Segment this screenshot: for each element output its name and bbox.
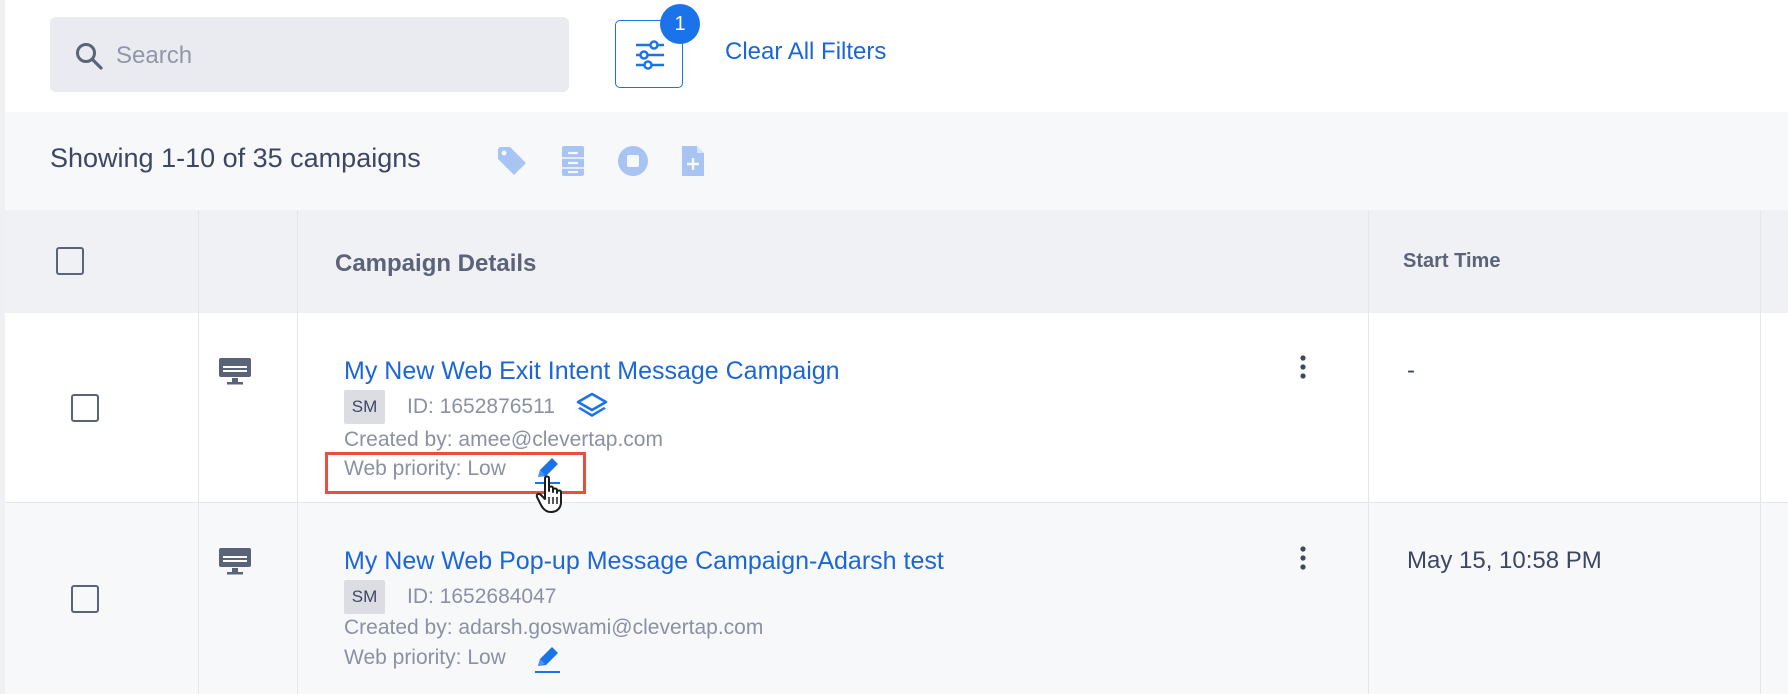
tag-icon[interactable] [495, 144, 529, 178]
desktop-icon [219, 358, 251, 385]
column-header-campaign-details[interactable]: Campaign Details [335, 250, 536, 278]
start-time: - [1407, 357, 1415, 384]
select-all-checkbox[interactable] [56, 247, 84, 275]
start-time: May 15, 10:58 PM [1407, 547, 1602, 574]
created-by: Created by: adarsh.goswami@clevertap.com [344, 616, 764, 639]
search-icon [76, 43, 103, 70]
campaign-tag: SM [344, 390, 385, 424]
row-checkbox[interactable] [71, 394, 99, 422]
filter-toolbar: Search 1 Clear All Filters [5, 0, 1788, 112]
campaign-id: ID: 1652876511 [407, 395, 555, 418]
table-row: My New Web Exit Intent Message Campaign … [5, 313, 1788, 503]
column-divider [198, 210, 199, 694]
campaign-id: ID: 1652684047 [407, 585, 557, 608]
row-checkbox[interactable] [71, 585, 99, 613]
created-by: Created by: amee@clevertap.com [344, 428, 663, 451]
hand-pointer-cursor-icon [535, 475, 562, 513]
web-priority: Web priority: Low [344, 646, 506, 669]
table-header: Campaign Details Start Time [5, 210, 1788, 313]
filter-count-badge: 1 [660, 4, 700, 44]
column-divider [297, 210, 298, 694]
sliders-icon [636, 40, 664, 70]
campaign-title-link[interactable]: My New Web Exit Intent Message Campaign [344, 357, 840, 386]
layers-icon [576, 392, 608, 417]
table-row: My New Web Pop-up Message Campaign-Adars… [5, 503, 1788, 694]
results-summary-bar: Showing 1-10 of 35 campaigns [5, 112, 1788, 210]
campaign-title-link[interactable]: My New Web Pop-up Message Campaign-Adars… [344, 547, 944, 576]
more-options-icon[interactable] [1298, 545, 1308, 571]
row-divider [5, 502, 1788, 503]
search-input[interactable]: Search [50, 17, 569, 92]
archive-icon[interactable] [556, 144, 590, 178]
clear-all-filters-link[interactable]: Clear All Filters [725, 38, 886, 66]
campaign-tag: SM [344, 580, 385, 614]
column-divider [1368, 210, 1369, 694]
search-placeholder: Search [116, 42, 193, 69]
results-count: Showing 1-10 of 35 campaigns [50, 143, 421, 173]
column-divider [1760, 210, 1761, 694]
column-header-start-time[interactable]: Start Time [1403, 250, 1500, 273]
desktop-icon [219, 548, 251, 575]
edit-priority-pencil-icon[interactable] [532, 644, 562, 674]
add-file-icon[interactable] [676, 144, 710, 178]
stop-icon[interactable] [616, 144, 650, 178]
more-options-icon[interactable] [1298, 354, 1308, 380]
